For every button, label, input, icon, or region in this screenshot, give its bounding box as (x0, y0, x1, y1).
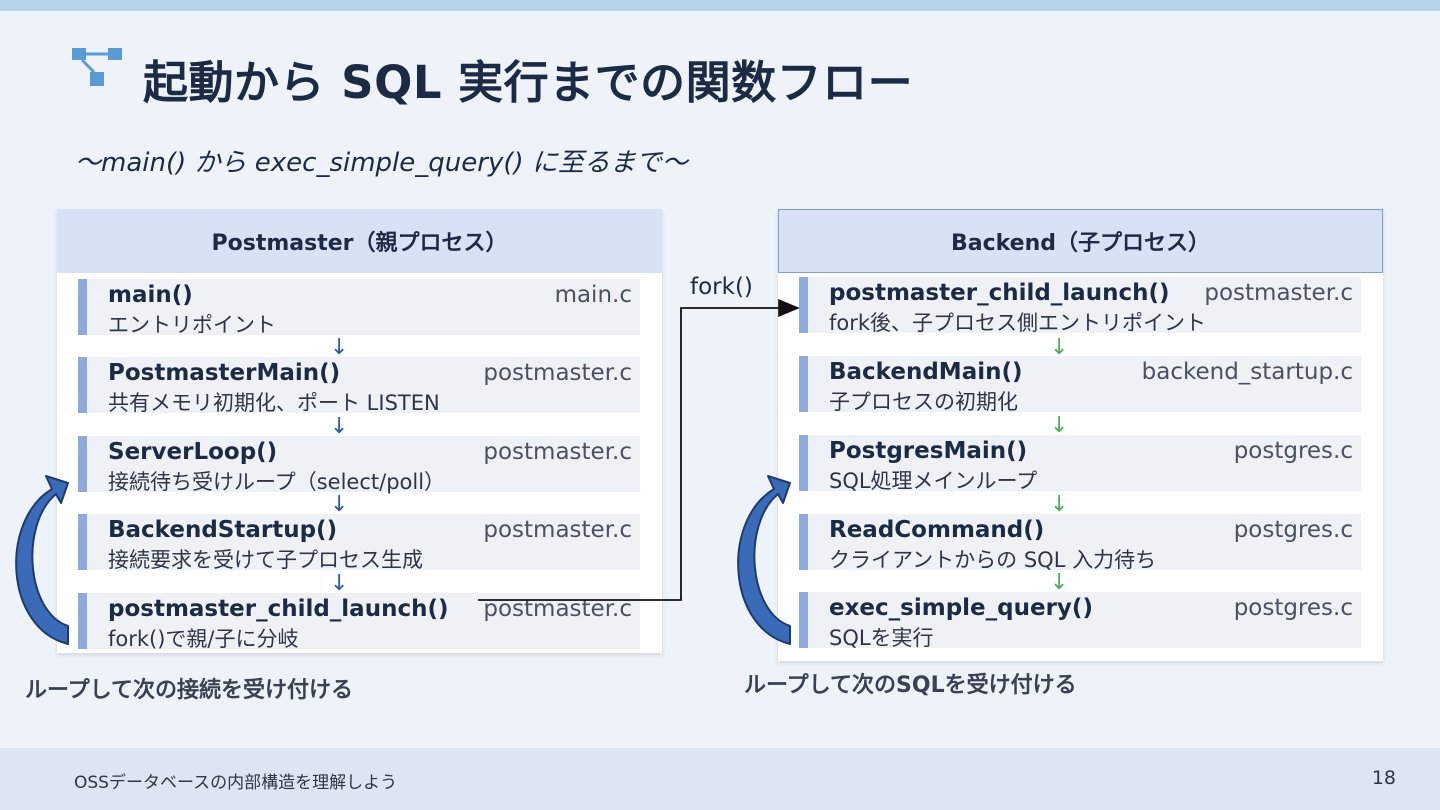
postmaster-loop-caption: ループして次の接続を受け付ける (25, 678, 354, 703)
loop-arrow-left (15, 475, 69, 645)
backend-loop-caption: ループして次のSQLを受け付ける (744, 673, 1077, 698)
footer-text: OSSデータベースの内部構造を理解しよう (74, 773, 398, 793)
page-number: 18 (1371, 767, 1396, 789)
loop-arrow-right (737, 475, 791, 645)
